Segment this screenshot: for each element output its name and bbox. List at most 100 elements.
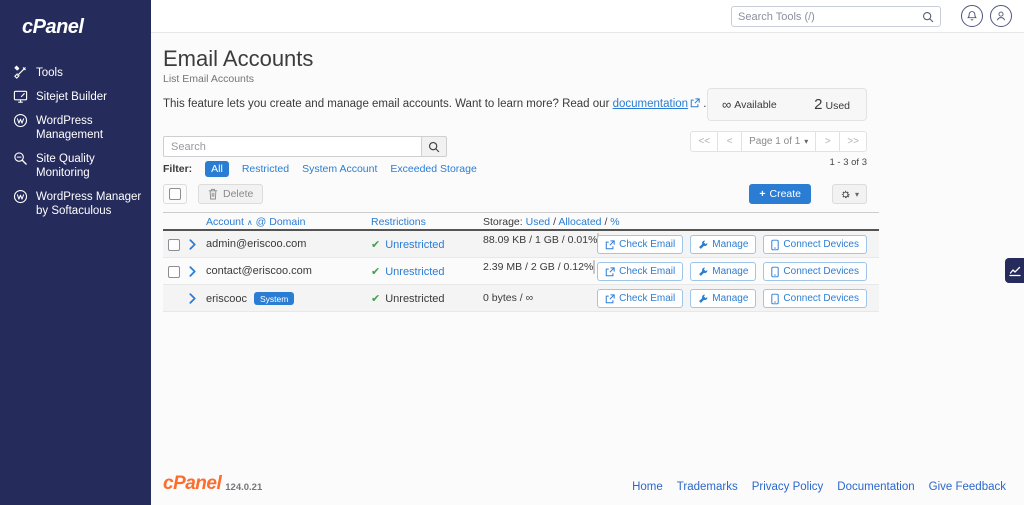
connect-devices-button[interactable]: Connect Devices xyxy=(763,289,867,308)
settings-dropdown-button[interactable]: ▾ xyxy=(832,184,867,204)
wrench-icon xyxy=(698,240,708,250)
page-prev-button[interactable]: < xyxy=(718,131,742,152)
check-icon: ✔ xyxy=(371,238,380,251)
tools-search xyxy=(731,6,941,27)
documentation-link[interactable]: documentation xyxy=(613,98,688,110)
sort-restrictions[interactable]: Restrictions xyxy=(371,216,426,228)
footer-link-give-feedback[interactable]: Give Feedback xyxy=(929,481,1006,493)
page-next-button[interactable]: > xyxy=(816,131,840,152)
row-checkbox[interactable] xyxy=(168,239,180,251)
account-name: eriscooc xyxy=(206,293,247,305)
table-row: eriscoocSystem ✔Unrestricted 0 bytes / ∞… xyxy=(163,285,879,312)
select-all-checkbox[interactable] xyxy=(169,188,181,200)
mobile-device-icon xyxy=(771,266,779,278)
chevron-right-icon[interactable] xyxy=(189,293,196,304)
account-name: admin@eriscoo.com xyxy=(206,238,306,250)
select-all-button[interactable] xyxy=(163,184,187,204)
create-button[interactable]: + Create xyxy=(749,184,811,204)
result-range: 1 - 3 of 3 xyxy=(830,157,868,168)
sidebar-item-sitejet-builder[interactable]: Sitejet Builder xyxy=(0,85,151,109)
tools-search-input[interactable] xyxy=(732,11,922,23)
gear-icon xyxy=(840,189,851,200)
row-checkbox[interactable] xyxy=(168,266,180,278)
account-search xyxy=(163,136,447,157)
footer-cpanel-logo: cPanel xyxy=(163,475,221,493)
filter-system-account[interactable]: System Account xyxy=(302,163,377,175)
analytics-panel-tab[interactable] xyxy=(1005,258,1024,283)
footer-link-privacy-policy[interactable]: Privacy Policy xyxy=(752,481,824,493)
account-search-input[interactable] xyxy=(163,136,421,157)
topbar xyxy=(151,0,1024,33)
available-label: Available xyxy=(734,99,776,111)
chevron-right-icon[interactable] xyxy=(189,266,196,277)
sidebar-item-label: Sitejet Builder xyxy=(36,90,107,104)
footer: cPanel 124.0.21 Home Trademarks Privacy … xyxy=(151,475,1024,493)
caret-down-icon: ▾ xyxy=(804,137,808,146)
bell-icon xyxy=(966,10,978,22)
filter-restricted[interactable]: Restricted xyxy=(242,163,289,175)
email-accounts-table: Account ∧ @ Domain Restrictions Storage:… xyxy=(163,212,879,312)
table-row: admin@eriscoo.com ✔ Unrestricted 88.09 KB… xyxy=(163,231,879,258)
quota-box: ∞Available 2Used xyxy=(707,88,867,121)
chart-icon xyxy=(1009,265,1021,277)
sidebar-item-wordpress-management[interactable]: WordPress Management xyxy=(0,109,151,147)
table-row: contact@eriscoo.com ✔Unrestricted 2.39 M… xyxy=(163,258,879,285)
delete-button[interactable]: Delete xyxy=(198,184,263,204)
check-email-button[interactable]: Check Email xyxy=(597,289,683,308)
manage-button[interactable]: Manage xyxy=(690,289,756,308)
wrench-icon xyxy=(698,267,708,277)
system-badge: System xyxy=(254,292,294,305)
sidebar-item-label: WordPress Management xyxy=(36,114,143,142)
search-icon xyxy=(428,141,440,153)
wrench-icon xyxy=(698,294,708,304)
magnifier-icon xyxy=(13,151,28,166)
restriction-link[interactable]: Unrestricted xyxy=(385,239,444,251)
sort-storage-used[interactable]: Used xyxy=(526,216,551,228)
table-header: Account ∧ @ Domain Restrictions Storage:… xyxy=(163,212,879,231)
user-icon xyxy=(995,10,1007,22)
notifications-button[interactable] xyxy=(961,5,983,27)
sort-domain[interactable]: @ Domain xyxy=(256,216,306,228)
used-count: 2 xyxy=(814,96,822,113)
chevron-right-icon[interactable] xyxy=(189,239,196,250)
page-select[interactable]: Page 1 of 1▾ xyxy=(742,131,816,152)
restriction-link[interactable]: Unrestricted xyxy=(385,266,444,278)
restriction-text: Unrestricted xyxy=(385,293,444,305)
page-title: Email Accounts xyxy=(163,33,879,72)
manage-button[interactable]: Manage xyxy=(690,262,756,281)
filter-exceeded-storage[interactable]: Exceeded Storage xyxy=(390,163,476,175)
account-search-button[interactable] xyxy=(421,136,447,157)
filter-all[interactable]: All xyxy=(205,161,229,177)
sort-storage-allocated[interactable]: Allocated xyxy=(558,216,601,228)
check-email-button[interactable]: Check Email xyxy=(597,235,683,254)
sidebar: cPanel Tools Sitejet Builder WordPress M… xyxy=(0,0,151,505)
external-link-icon xyxy=(605,294,615,304)
check-email-button[interactable]: Check Email xyxy=(597,262,683,281)
sort-storage-percent[interactable]: % xyxy=(610,216,619,228)
check-icon: ✔ xyxy=(371,292,380,305)
storage-value: 88.09 KB / 1 GB / 0.01% xyxy=(483,234,597,246)
connect-devices-button[interactable]: Connect Devices xyxy=(763,235,867,254)
sort-account[interactable]: Account xyxy=(206,216,244,228)
main-content: Email Accounts List Email Accounts This … xyxy=(151,33,1024,505)
sidebar-item-site-quality-monitoring[interactable]: Site Quality Monitoring xyxy=(0,147,151,185)
sidebar-item-wordpress-manager-softaculous[interactable]: WordPress Manager by Softaculous xyxy=(0,185,151,223)
used-label: Used xyxy=(825,100,850,112)
pagination: << < Page 1 of 1▾ > >> xyxy=(690,131,867,152)
sidebar-item-tools[interactable]: Tools xyxy=(0,61,151,85)
user-menu-button[interactable] xyxy=(990,5,1012,27)
infinity-icon: ∞ xyxy=(722,97,731,112)
footer-link-documentation[interactable]: Documentation xyxy=(837,481,914,493)
external-link-icon xyxy=(605,240,615,250)
page-last-button[interactable]: >> xyxy=(840,131,867,152)
monitor-icon xyxy=(13,89,28,104)
footer-link-home[interactable]: Home xyxy=(632,481,663,493)
trash-icon xyxy=(208,188,218,200)
footer-version: 124.0.21 xyxy=(225,482,262,493)
page-first-button[interactable]: << xyxy=(690,131,718,152)
filter-bar: Filter: All Restricted System Account Ex… xyxy=(163,161,879,177)
footer-link-trademarks[interactable]: Trademarks xyxy=(677,481,738,493)
page-subtitle: List Email Accounts xyxy=(163,73,879,85)
connect-devices-button[interactable]: Connect Devices xyxy=(763,262,867,281)
manage-button[interactable]: Manage xyxy=(690,235,756,254)
